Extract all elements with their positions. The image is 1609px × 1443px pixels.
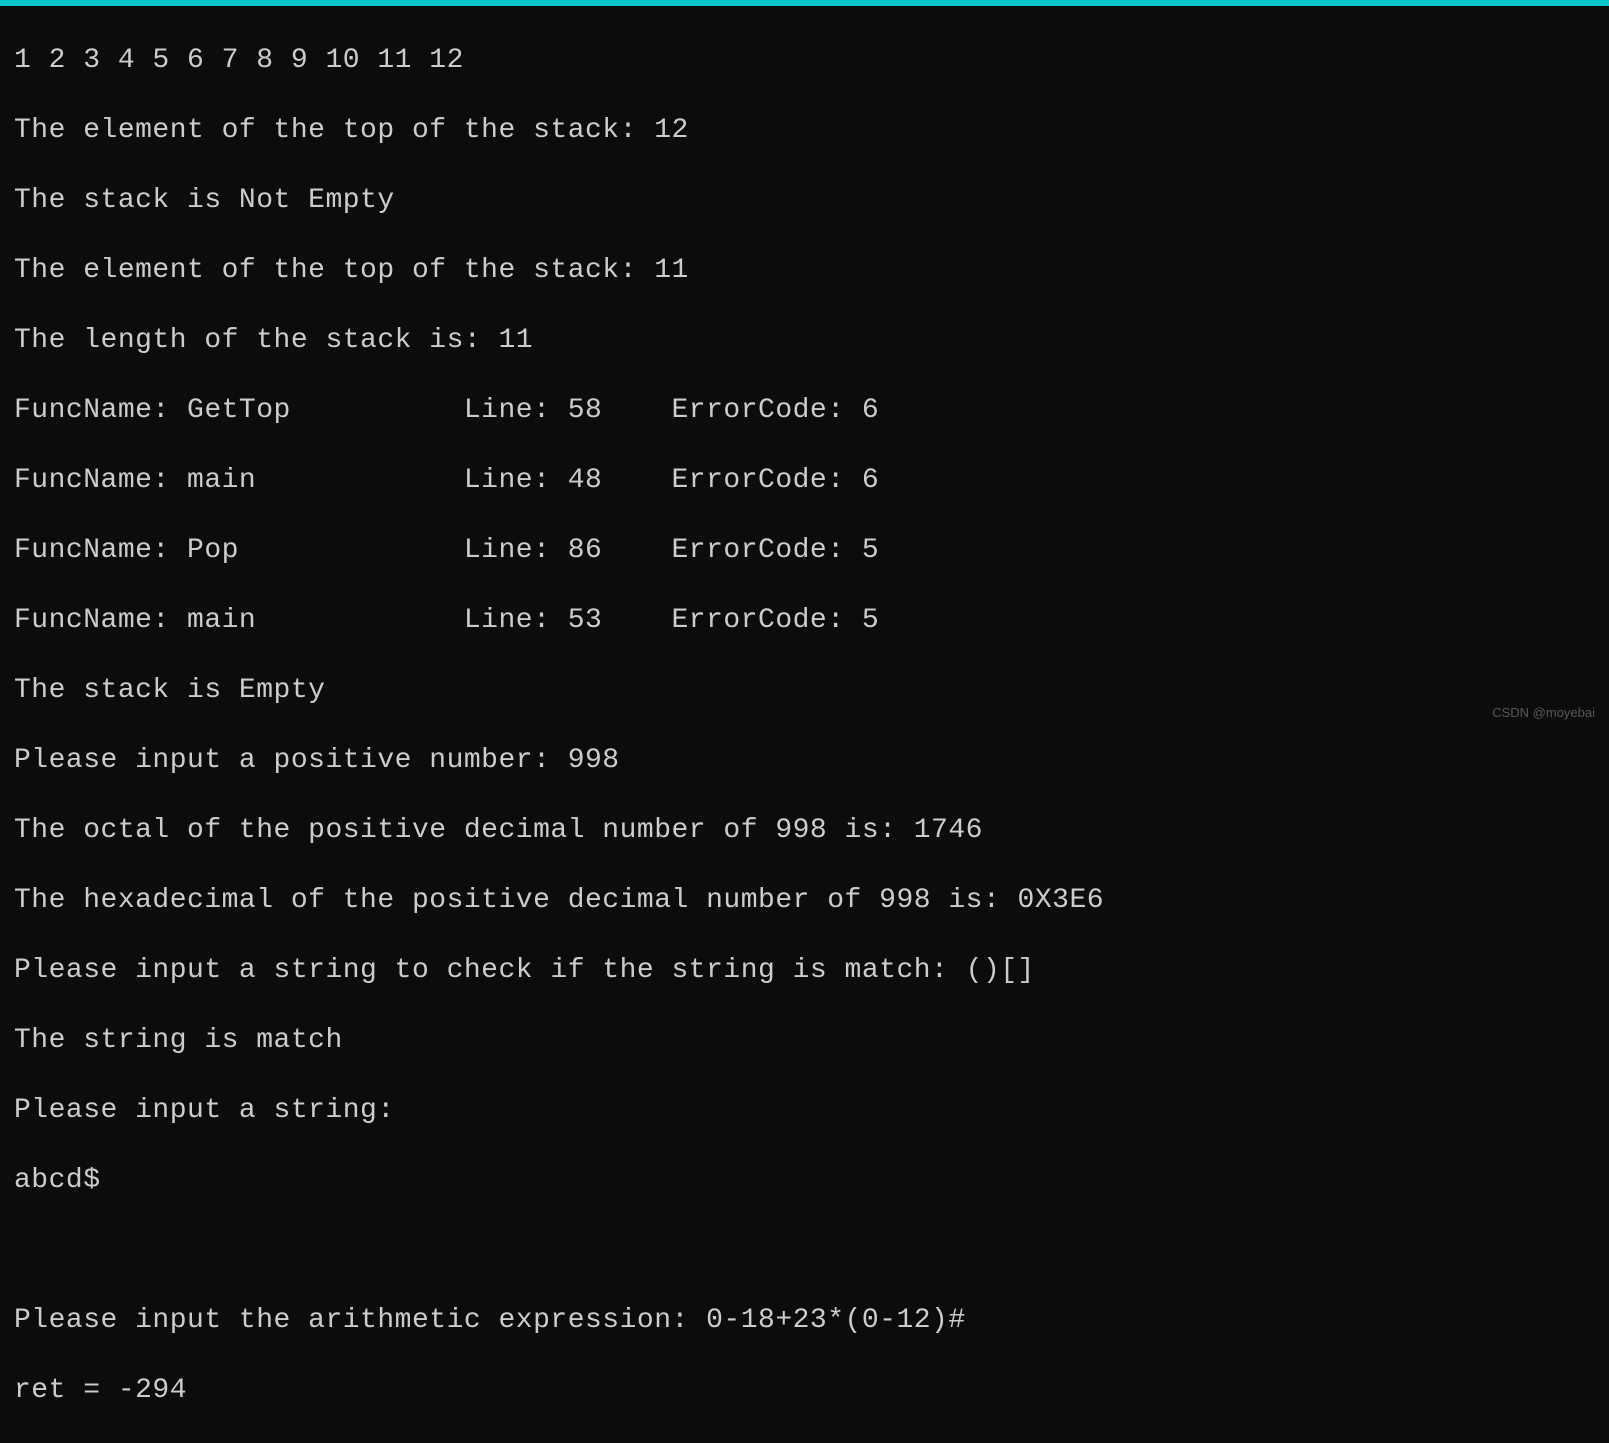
output-line: FuncName: Pop Line: 86 ErrorCode: 5: [14, 533, 1609, 568]
output-line: [14, 1233, 1609, 1268]
output-line: Please input a string:: [14, 1093, 1609, 1128]
output-line: FuncName: main Line: 53 ErrorCode: 5: [14, 603, 1609, 638]
output-line: The element of the top of the stack: 12: [14, 113, 1609, 148]
output-line: Please input a string to check if the st…: [14, 953, 1609, 988]
terminal-output[interactable]: 1 2 3 4 5 6 7 8 9 10 11 12 The element o…: [0, 6, 1609, 1443]
output-line: The string is match: [14, 1023, 1609, 1058]
output-line: FuncName: GetTop Line: 58 ErrorCode: 6: [14, 393, 1609, 428]
output-line: The stack is Empty: [14, 673, 1609, 708]
output-line: FuncName: main Line: 48 ErrorCode: 6: [14, 463, 1609, 498]
output-line: Please input a positive number: 998: [14, 743, 1609, 778]
output-line: ret = -294: [14, 1373, 1609, 1408]
output-line: The hexadecimal of the positive decimal …: [14, 883, 1609, 918]
watermark-text: CSDN @moyebai: [1492, 705, 1595, 721]
output-line: The length of the stack is: 11: [14, 323, 1609, 358]
output-line: abcd$: [14, 1163, 1609, 1198]
output-line: Please input the arithmetic expression: …: [14, 1303, 1609, 1338]
output-line: The element of the top of the stack: 11: [14, 253, 1609, 288]
output-line: The stack is Not Empty: [14, 183, 1609, 218]
output-line: The octal of the positive decimal number…: [14, 813, 1609, 848]
output-line: 1 2 3 4 5 6 7 8 9 10 11 12: [14, 43, 1609, 78]
